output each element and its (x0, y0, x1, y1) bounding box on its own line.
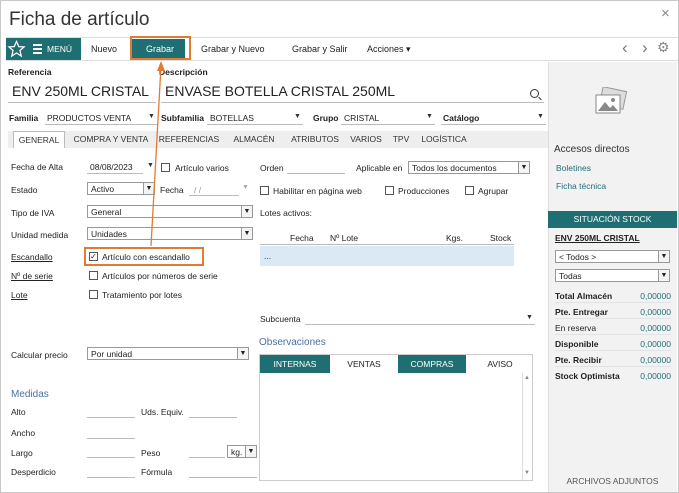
formula-label: Fórmula (141, 467, 173, 477)
stock-row-label: Stock Optimista (555, 371, 620, 381)
stock-row-value: 0,00000 (640, 307, 671, 317)
stock-row-label: Disponible (555, 339, 599, 349)
obs-tab-compras[interactable]: COMPRAS (398, 355, 466, 373)
subcuenta-label: Subcuenta (260, 314, 301, 324)
uds-equiv-label: Uds. Equiv. (141, 407, 184, 417)
stock-row-value: 0,00000 (640, 291, 671, 301)
aplicable-label: Aplicable en (356, 163, 403, 173)
obs-tab-internas[interactable]: INTERNAS (260, 355, 330, 373)
peso-unit-select[interactable]: kg. ▼ (227, 445, 257, 458)
stock-filter-2[interactable]: Todas ▼ (555, 269, 670, 282)
stock-row-value: 0,00000 (640, 355, 671, 365)
lotes-col-fecha[interactable]: Fecha (290, 233, 314, 243)
table-row[interactable]: ... (260, 246, 514, 266)
stock-row-label: Total Almacén (555, 291, 613, 301)
producciones-checkbox[interactable] (385, 186, 394, 195)
habilitar-web-label: Habilitar en página web (273, 186, 362, 196)
subcuenta-underline (305, 324, 535, 325)
subcuenta-dropdown-icon[interactable]: ▼ (526, 314, 533, 321)
alto-label: Alto (11, 407, 26, 417)
obs-tab-aviso-label: AVISO (487, 359, 513, 369)
stock-header: SITUACIÓN STOCK (548, 211, 677, 228)
medidas-title: Medidas (11, 389, 49, 400)
stock-row-label: En reserva (555, 323, 597, 333)
photo-icon (595, 86, 628, 114)
agrupar-checkbox[interactable] (465, 186, 474, 195)
largo-input[interactable] (87, 457, 135, 458)
stock-filter-2-value: Todas (559, 271, 582, 281)
obs-tab-ventas[interactable]: VENTAS (330, 355, 398, 373)
largo-label: Largo (11, 448, 33, 458)
image-placeholder-icon[interactable] (593, 86, 629, 119)
lotes-row-text: ... (264, 251, 272, 261)
peso-unit-value: kg. (231, 447, 243, 457)
stock-row: Pte. Recibir 0,00000 (555, 351, 671, 367)
stock-row-label: Pte. Recibir (555, 355, 602, 365)
chevron-down-icon: ▼ (658, 251, 669, 262)
lotes-table: Fecha Nº Lote Kgs. Stock ... (260, 231, 514, 267)
scrollbar[interactable]: ▲ ▼ (522, 373, 532, 480)
archivos-adjuntos-button[interactable]: ARCHIVOS ADJUNTOS (548, 473, 677, 490)
peso-label: Peso (141, 448, 161, 458)
orden-input[interactable] (287, 173, 345, 174)
uds-equiv-input[interactable] (189, 417, 237, 418)
stock-row-value: 0,00000 (640, 371, 671, 381)
observaciones-title: Observaciones (259, 337, 326, 348)
peso-input[interactable] (189, 457, 225, 458)
agrupar-label: Agrupar (478, 186, 509, 196)
stock-filter-1[interactable]: < Todos > ▼ (555, 250, 670, 263)
lotes-col-stock[interactable]: Stock (490, 233, 511, 243)
lotes-header-line (260, 244, 514, 245)
producciones-label: Producciones (398, 186, 450, 196)
aplicable-value: Todos los documentos (412, 163, 497, 173)
chevron-down-icon: ▼ (245, 446, 256, 457)
ancho-label: Ancho (11, 428, 36, 438)
stock-item-name: ENV 250ML CRISTAL (555, 233, 640, 243)
obs-tab-ventas-label: VENTAS (347, 359, 381, 369)
stock-row: Disponible 0,00000 (555, 335, 671, 351)
archivos-adjuntos-label: ARCHIVOS ADJUNTOS (566, 476, 659, 486)
stock-row: Total Almacén 0,00000 (555, 287, 671, 303)
stock-row-value: 0,00000 (640, 339, 671, 349)
orden-label: Orden (260, 163, 284, 173)
chevron-down-icon: ▼ (658, 270, 669, 281)
accesos-title: Accesos directos (554, 144, 630, 155)
lotes-col-nlote[interactable]: Nº Lote (330, 233, 358, 243)
stock-row: En reserva 0,00000 (555, 319, 671, 335)
stock-row-label: Pte. Entregar (555, 307, 608, 317)
stock-row-value: 0,00000 (640, 323, 671, 333)
stock-header-label: SITUACIÓN STOCK (573, 214, 652, 224)
obs-tab-aviso[interactable]: AVISO (466, 355, 534, 373)
stock-filter-1-value: < Todos > (559, 252, 597, 262)
observaciones-textarea[interactable] (260, 373, 522, 480)
ancho-input[interactable] (87, 438, 135, 439)
observaciones-panel: INTERNAS VENTAS COMPRAS AVISO ▲ ▼ (259, 354, 533, 481)
alto-input[interactable] (87, 417, 135, 418)
lotes-col-kgs[interactable]: Kgs. (446, 233, 463, 243)
habilitar-web-checkbox[interactable] (260, 186, 269, 195)
obs-tab-compras-label: COMPRAS (410, 359, 454, 369)
formula-input[interactable] (189, 477, 257, 478)
obs-tab-internas-label: INTERNAS (273, 359, 317, 369)
scroll-down-icon[interactable]: ▼ (524, 470, 530, 476)
desperdicio-label: Desperdicio (11, 467, 56, 477)
stock-row: Pte. Entregar 0,00000 (555, 303, 671, 319)
stock-row: Stock Optimista 0,00000 (555, 367, 671, 383)
aplicable-select[interactable]: Todos los documentos ▼ (408, 161, 530, 174)
desperdicio-input[interactable] (87, 477, 135, 478)
lotes-activos-label: Lotes activos: (260, 208, 312, 218)
article-window: Ficha de artículo × MENÚ Nuevo Grabar Gr… (0, 0, 679, 493)
link-boletines[interactable]: Boletines (556, 163, 591, 173)
scroll-up-icon[interactable]: ▲ (524, 375, 530, 381)
link-ficha-tecnica[interactable]: Ficha técnica (556, 181, 606, 191)
chevron-down-icon: ▼ (518, 162, 529, 173)
